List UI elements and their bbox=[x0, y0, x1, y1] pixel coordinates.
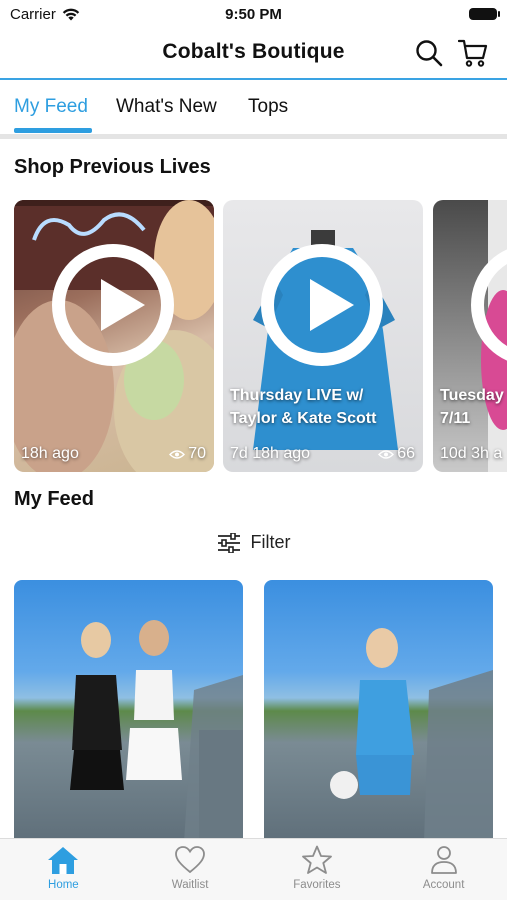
eye-icon bbox=[378, 449, 395, 459]
live-replay-card[interactable]: Tuesday 7/11 10d 3h a bbox=[433, 200, 507, 472]
status-bar: Carrier 9:50 PM bbox=[0, 0, 507, 28]
live-caption-line: 7/11 bbox=[440, 410, 471, 427]
product-image bbox=[70, 620, 243, 842]
person-icon bbox=[430, 846, 457, 874]
nav-account-label: Account bbox=[422, 879, 465, 891]
product-image bbox=[330, 628, 493, 842]
previous-lives-heading: Shop Previous Lives bbox=[14, 156, 211, 178]
view-count-value: 70 bbox=[188, 445, 206, 462]
cart-button[interactable] bbox=[457, 37, 489, 69]
clock: 9:50 PM bbox=[225, 6, 282, 23]
battery-icon bbox=[469, 8, 500, 20]
feed-product-photo[interactable] bbox=[264, 580, 493, 842]
view-count: 70 bbox=[169, 445, 206, 463]
previous-lives-carousel[interactable]: 18h ago 70 Thursday LIVE w/ Taylor & Kat… bbox=[14, 200, 507, 472]
tab-my-feed[interactable]: My Feed bbox=[14, 96, 88, 118]
nav-favorites-label: Favorites bbox=[293, 879, 341, 891]
tab-whats-new[interactable]: What's New bbox=[116, 96, 217, 118]
bottom-tab-bar: Home Waitlist Favorites Account bbox=[0, 838, 507, 900]
heart-icon bbox=[175, 846, 206, 874]
filter-button[interactable]: Filter bbox=[0, 532, 507, 553]
filter-label: Filter bbox=[250, 532, 291, 552]
play-icon bbox=[261, 244, 383, 366]
nav-favorites[interactable]: Favorites bbox=[254, 839, 381, 900]
active-tab-indicator bbox=[14, 128, 92, 133]
live-caption-line: Thursday LIVE w/ bbox=[230, 387, 364, 404]
search-icon bbox=[416, 40, 443, 67]
sliders-icon bbox=[217, 532, 240, 553]
live-caption-line: Tuesday bbox=[440, 387, 504, 404]
star-icon bbox=[301, 845, 332, 874]
live-replay-card[interactable]: Thursday LIVE w/ Taylor & Kate Scott 7d … bbox=[223, 200, 423, 472]
nav-waitlist-label: Waitlist bbox=[171, 879, 209, 891]
search-button[interactable] bbox=[413, 37, 445, 69]
app-header: Cobalt's Boutique bbox=[0, 28, 507, 80]
my-feed-heading: My Feed bbox=[14, 488, 95, 510]
live-caption-line: Taylor & Kate Scott bbox=[230, 410, 377, 427]
live-age: 18h ago bbox=[21, 445, 79, 462]
live-age: 7d 18h ago bbox=[230, 445, 311, 462]
nav-waitlist[interactable]: Waitlist bbox=[127, 839, 254, 900]
feed-product-photo[interactable] bbox=[14, 580, 243, 842]
live-caption: Thursday LIVE w/ Taylor & Kate Scott bbox=[230, 384, 376, 430]
home-icon bbox=[48, 847, 79, 874]
nav-account[interactable]: Account bbox=[380, 839, 507, 900]
tabs-divider bbox=[0, 134, 507, 139]
live-replay-card[interactable]: 18h ago 70 bbox=[14, 200, 214, 472]
nav-home-label: Home bbox=[48, 879, 79, 891]
feed-tabs: My Feed What's New Tops bbox=[0, 82, 507, 136]
tab-tops[interactable]: Tops bbox=[248, 96, 288, 118]
cart-icon bbox=[458, 39, 488, 67]
live-caption: Tuesday 7/11 bbox=[440, 384, 504, 430]
play-icon bbox=[52, 244, 174, 366]
eye-icon bbox=[169, 449, 186, 459]
view-count: 66 bbox=[378, 445, 415, 463]
live-age: 10d 3h a bbox=[440, 445, 503, 462]
nav-home[interactable]: Home bbox=[0, 839, 127, 900]
view-count-value: 66 bbox=[397, 445, 415, 462]
